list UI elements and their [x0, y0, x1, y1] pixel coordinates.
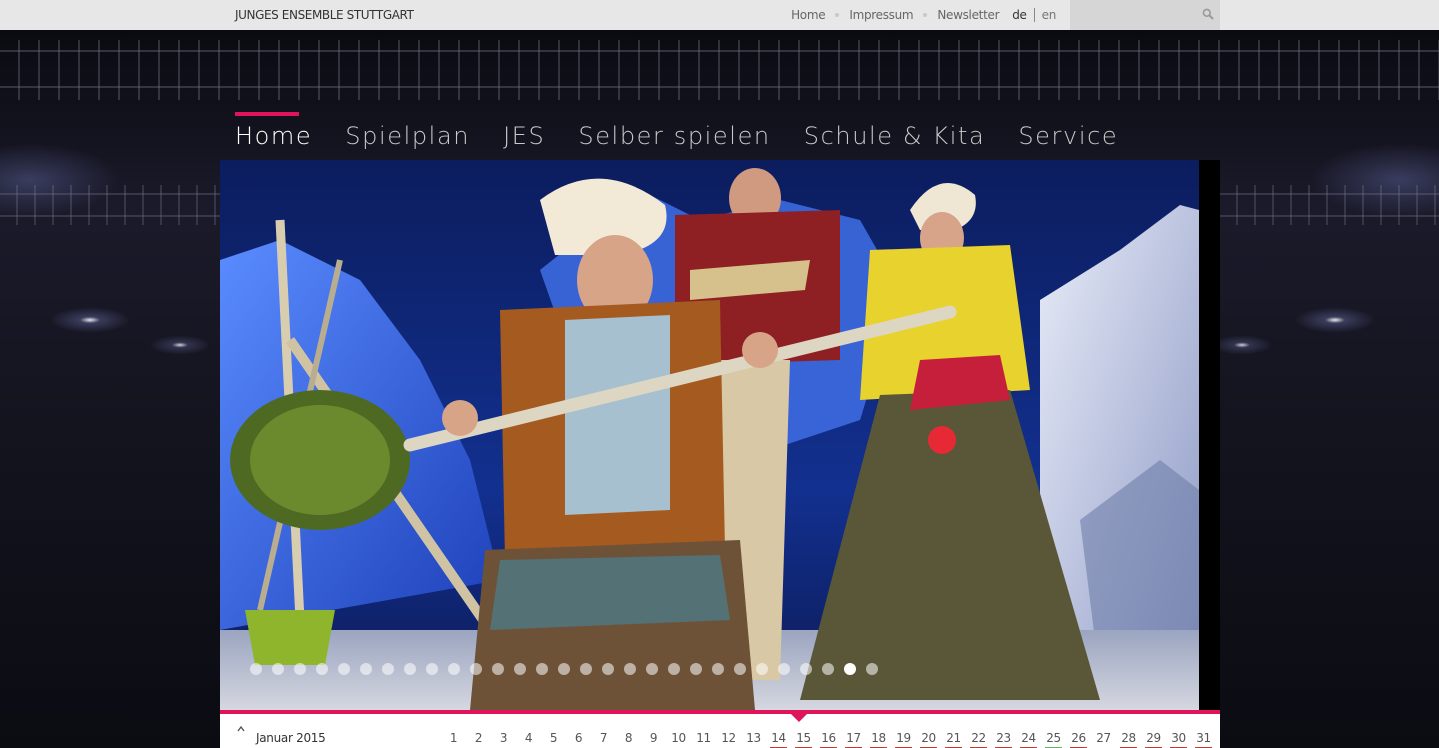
calendar-month: Januar 2015: [256, 731, 326, 745]
nav-home[interactable]: Home: [235, 112, 312, 150]
calendar-day[interactable]: 7: [591, 731, 616, 745]
calendar-day[interactable]: 1: [441, 731, 466, 745]
calendar-day[interactable]: 6: [566, 731, 591, 745]
nav-selber-spielen[interactable]: Selber spielen: [578, 112, 770, 150]
slideshow-dot[interactable]: [382, 663, 394, 675]
calendar-day[interactable]: 31: [1191, 731, 1216, 748]
slideshow-dot[interactable]: [492, 663, 504, 675]
slideshow-dot[interactable]: [602, 663, 614, 675]
meta-nav-newsletter[interactable]: Newsletter: [937, 8, 999, 22]
calendar-day[interactable]: 28: [1116, 731, 1141, 748]
calendar-day[interactable]: 10: [666, 731, 691, 745]
slideshow-dot[interactable]: [646, 663, 658, 675]
slideshow-dot[interactable]: [668, 663, 680, 675]
slideshow-dot[interactable]: [426, 663, 438, 675]
slideshow-dot[interactable]: [536, 663, 548, 675]
calendar-day[interactable]: 3: [491, 731, 516, 745]
calendar-day[interactable]: 29: [1141, 731, 1166, 748]
calendar-day[interactable]: 16: [816, 731, 841, 748]
search-box: [1070, 0, 1220, 30]
slideshow-dot[interactable]: [272, 663, 284, 675]
slideshow-dot[interactable]: [316, 663, 328, 675]
nav-jes[interactable]: JES: [503, 112, 545, 150]
calendar-day[interactable]: 5: [541, 731, 566, 745]
calendar-day[interactable]: 25: [1041, 731, 1066, 748]
hero-slideshow-image[interactable]: [220, 160, 1199, 710]
nav-service[interactable]: Service: [1018, 112, 1118, 150]
slideshow-dot[interactable]: [800, 663, 812, 675]
slideshow-dot[interactable]: [404, 663, 416, 675]
calendar-day[interactable]: 23: [991, 731, 1016, 748]
slideshow-dot[interactable]: [712, 663, 724, 675]
slideshow-dot[interactable]: [360, 663, 372, 675]
calendar-day[interactable]: 27: [1091, 731, 1116, 745]
lang-divider: [1033, 8, 1035, 22]
slideshow-dot[interactable]: [514, 663, 526, 675]
site-brand[interactable]: JUNGES ENSEMBLE STUTTGART: [235, 8, 414, 22]
lighting-truss: [0, 40, 1439, 100]
nav-spielplan[interactable]: Spielplan: [345, 112, 470, 150]
search-icon[interactable]: [1202, 8, 1214, 20]
meta-nav-home[interactable]: Home: [791, 8, 826, 22]
slideshow-dot[interactable]: [734, 663, 746, 675]
slideshow-dot[interactable]: [844, 663, 856, 675]
meta-nav-impressum[interactable]: Impressum: [849, 8, 913, 22]
slideshow-dot[interactable]: [558, 663, 570, 675]
slideshow-dot[interactable]: [470, 663, 482, 675]
calendar-day[interactable]: 4: [516, 731, 541, 745]
calendar-day[interactable]: 8: [616, 731, 641, 745]
slideshow-dot[interactable]: [338, 663, 350, 675]
search-input[interactable]: [1070, 0, 1200, 30]
lang-de[interactable]: de: [1012, 8, 1027, 22]
calendar-day[interactable]: 14: [766, 731, 791, 748]
meta-nav: Home Impressum Newsletter de en: [791, 8, 1056, 22]
calendar-day[interactable]: 18: [866, 731, 891, 748]
calendar-selected-marker: [790, 713, 808, 722]
slideshow-dot[interactable]: [580, 663, 592, 675]
slideshow-dot[interactable]: [250, 663, 262, 675]
calendar-day[interactable]: 17: [841, 731, 866, 748]
slideshow-dot[interactable]: [778, 663, 790, 675]
lighting-truss-left: [0, 185, 220, 225]
calendar-day[interactable]: 20: [916, 731, 941, 748]
calendar-day[interactable]: 9: [641, 731, 666, 745]
top-bar: JUNGES ENSEMBLE STUTTGART Home Impressum…: [0, 0, 1439, 30]
calendar-day[interactable]: 19: [891, 731, 916, 748]
language-switcher: de en: [1012, 8, 1056, 22]
slideshow-pagination: [250, 663, 878, 675]
calendar-day[interactable]: 12: [716, 731, 741, 745]
calendar-day[interactable]: 26: [1066, 731, 1091, 748]
calendar-day[interactable]: 30: [1166, 731, 1191, 748]
calendar-day[interactable]: 24: [1016, 731, 1041, 748]
lighting-truss-right: [1220, 185, 1439, 225]
calendar-day[interactable]: 11: [691, 731, 716, 745]
stage-photo: [220, 160, 1199, 710]
calendar-day[interactable]: 21: [941, 731, 966, 748]
hero-right-strip: [1199, 160, 1220, 710]
slideshow-dot[interactable]: [294, 663, 306, 675]
calendar-day[interactable]: 15: [791, 731, 816, 748]
nav-schule-kita[interactable]: Schule & Kita: [804, 112, 986, 150]
calendar-day[interactable]: 13: [741, 731, 766, 745]
slideshow-dot[interactable]: [756, 663, 768, 675]
slideshow-dot[interactable]: [690, 663, 702, 675]
slideshow-dot[interactable]: [822, 663, 834, 675]
main-nav: Home Spielplan JES Selber spielen Schule…: [235, 112, 1151, 150]
calendar-strip: Januar 2015 1 2 3 4 5 6 7 8 9 10 11 12 13 14 15 16 17 18 1…: [220, 714, 1220, 748]
calendar-day[interactable]: 2: [466, 731, 491, 745]
calendar-days: 1 2 3 4 5 6 7 8 9 10 11 12 13 14 15 16 17 18 19 20 21 22 23 24 2…: [441, 731, 1216, 748]
separator-dot: [835, 13, 840, 17]
lang-en[interactable]: en: [1042, 8, 1057, 22]
slideshow-dot[interactable]: [448, 663, 460, 675]
separator-dot: [923, 13, 928, 17]
slideshow-dot[interactable]: [866, 663, 878, 675]
slideshow-dot[interactable]: [624, 663, 636, 675]
calendar-day[interactable]: 22: [966, 731, 991, 748]
chevron-up-icon[interactable]: [236, 725, 246, 733]
